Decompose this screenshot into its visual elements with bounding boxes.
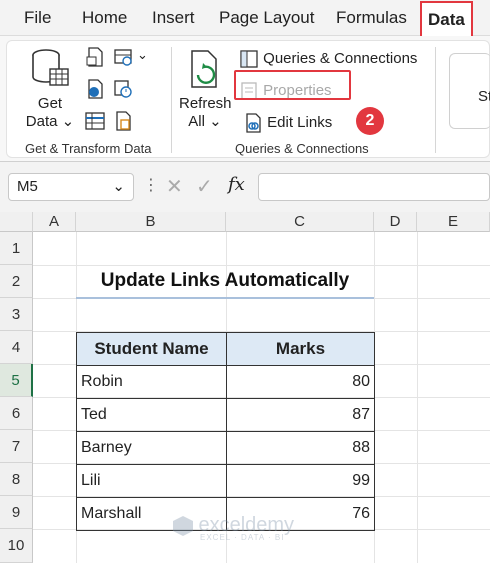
menu-bar: File Home Insert Page Layout Formulas Da…: [0, 0, 490, 37]
from-web-icon[interactable]: [85, 79, 105, 99]
row-header-8[interactable]: 8: [0, 463, 33, 496]
chevron-down-icon[interactable]: ⌄: [112, 177, 125, 195]
table-row: Lili 99: [76, 464, 375, 498]
refresh-all-button[interactable]: Refresh All ⌄: [179, 49, 232, 130]
spreadsheet-grid: A B C D E 1 2 3 4 5 6 7 8 9 10 Update Li…: [0, 212, 490, 563]
enter-icon[interactable]: ✓: [196, 174, 213, 199]
formula-input[interactable]: [258, 173, 490, 201]
cell-marks[interactable]: 87: [226, 398, 375, 432]
row-header-6[interactable]: 6: [0, 397, 33, 430]
cell-marks[interactable]: 80: [226, 365, 375, 399]
cell-name[interactable]: Robin: [76, 365, 227, 399]
queries-connections-label: Queries & Connections: [263, 49, 418, 67]
tab-insert[interactable]: Insert: [152, 8, 195, 28]
cell-marks[interactable]: 88: [226, 431, 375, 465]
row-header-9[interactable]: 9: [0, 496, 33, 529]
select-all-corner[interactable]: [0, 212, 33, 232]
header-student-name[interactable]: Student Name: [76, 332, 227, 366]
group-separator: [435, 47, 436, 153]
chevron-down-icon: ⌄: [61, 113, 75, 130]
recent-sources-icon[interactable]: [113, 79, 133, 99]
cell-name[interactable]: Lili: [76, 464, 227, 498]
table-row: Robin 80: [76, 365, 375, 399]
step-badge-2: 2: [356, 107, 384, 135]
get-data-sub-label: Data: [25, 113, 58, 130]
group-label-get-transform: Get & Transform Data: [25, 141, 152, 156]
row-header-10[interactable]: 10: [0, 529, 33, 563]
group-label-queries: Queries & Connections: [235, 141, 369, 156]
row-header-7[interactable]: 7: [0, 430, 33, 463]
tab-page-layout[interactable]: Page Layout: [219, 8, 314, 28]
get-data-label: Get: [37, 95, 63, 112]
name-box[interactable]: M5 ⌄: [8, 173, 134, 201]
from-text-icon[interactable]: [85, 47, 105, 67]
column-header-d[interactable]: D: [374, 212, 417, 232]
tab-file[interactable]: File: [24, 8, 51, 28]
more-icon: ⋮: [143, 177, 159, 194]
row-header-4[interactable]: 4: [0, 331, 33, 364]
tab-formulas[interactable]: Formulas: [336, 8, 407, 28]
column-header-a[interactable]: A: [33, 212, 76, 232]
title-underline: [76, 297, 374, 299]
table-row: Ted 87: [76, 398, 375, 432]
tab-home[interactable]: Home: [82, 8, 127, 28]
queries-icon: [240, 50, 258, 68]
existing-connections-icon[interactable]: [113, 111, 133, 131]
cell-name[interactable]: Barney: [76, 431, 227, 465]
queries-connections-button[interactable]: Queries & Connections: [239, 49, 417, 69]
refresh-sub-label: All: [188, 113, 205, 130]
gridline: [33, 265, 490, 266]
group-separator: [171, 47, 172, 153]
formula-bar: M5 ⌄ ⋮ ✕ ✓ fx: [0, 162, 490, 212]
partial-button-label: St: [478, 88, 490, 105]
insert-function-icon[interactable]: fx: [228, 174, 245, 195]
edit-links-icon: [246, 113, 261, 133]
cell-name[interactable]: Ted: [76, 398, 227, 432]
refresh-icon: [191, 50, 217, 88]
watermark-tagline: EXCEL · DATA · BI: [200, 533, 285, 542]
row-header-2[interactable]: 2: [0, 265, 33, 298]
column-header-b[interactable]: B: [76, 212, 226, 232]
sheet-title: Update Links Automatically: [100, 270, 350, 291]
from-range-icon[interactable]: [85, 111, 105, 131]
edit-links-button[interactable]: Edit Links: [243, 113, 332, 133]
database-icon: [32, 49, 69, 86]
row-header-1[interactable]: 1: [0, 232, 33, 265]
exceldemy-logo-icon: [173, 515, 193, 536]
cancel-icon[interactable]: ✕: [166, 174, 183, 199]
table-row: Barney 88: [76, 431, 375, 465]
tab-data[interactable]: Data: [420, 1, 473, 37]
refresh-label: Refresh: [179, 95, 232, 112]
chevron-down-icon: ⌄: [209, 113, 222, 130]
edit-links-highlight: [234, 70, 351, 100]
column-header-c[interactable]: C: [226, 212, 374, 232]
watermark: exceldemy EXCEL · DATA · BI: [172, 514, 294, 542]
marks-table: Student Name Marks Robin 80 Ted 87 Barney 8…: [76, 332, 375, 531]
next-group-button[interactable]: St: [449, 53, 490, 129]
header-marks[interactable]: Marks: [226, 332, 375, 366]
edit-links-label: Edit Links: [267, 113, 333, 131]
chevron-down-icon[interactable]: ⌄: [137, 47, 148, 63]
row-header-5[interactable]: 5: [0, 364, 33, 397]
row-header-3[interactable]: 3: [0, 298, 33, 331]
get-data-button[interactable]: Get Data ⌄: [25, 47, 75, 130]
name-box-value: M5: [17, 178, 38, 195]
column-header-e[interactable]: E: [417, 212, 490, 232]
from-table-icon[interactable]: [113, 47, 133, 67]
cell-marks[interactable]: 99: [226, 464, 375, 498]
